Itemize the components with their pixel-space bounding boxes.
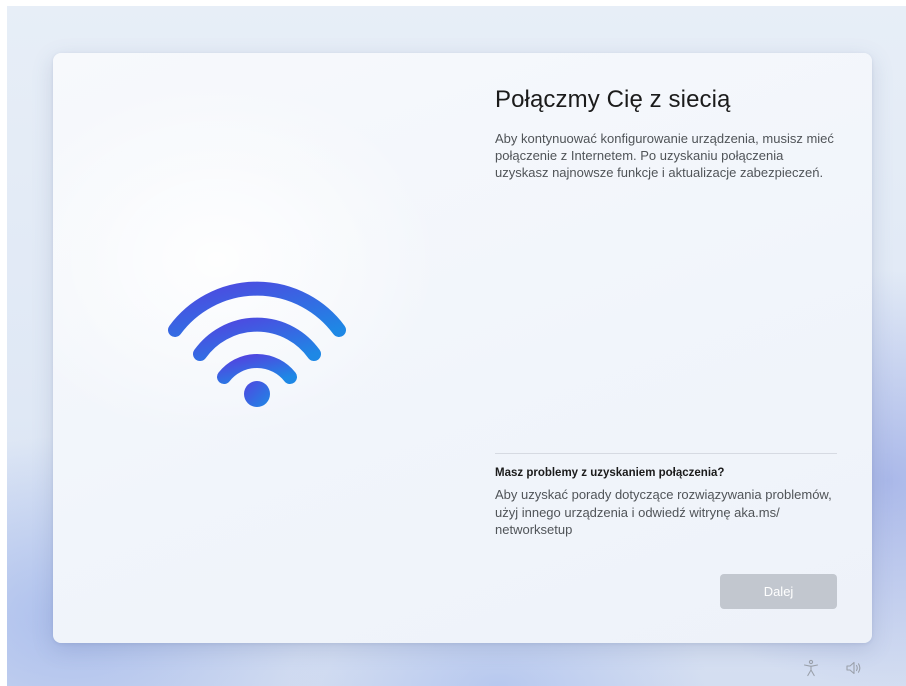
divider: [495, 453, 837, 454]
setup-card: Połączmy Cię z siecią Aby kontynuować ko…: [53, 53, 872, 643]
volume-icon[interactable]: [845, 659, 863, 677]
accessibility-icon[interactable]: [802, 659, 820, 677]
help-text: Aby uzyskać porady dotyczące rozwiązywan…: [495, 487, 832, 537]
page-description: Aby kontynuować konfigurowanie urządzeni…: [495, 131, 834, 180]
page-title: Połączmy Cię z siecią: [495, 86, 731, 113]
next-button[interactable]: Dalej: [720, 574, 837, 609]
help-heading: Masz problemy z uzyskaniem połączenia?: [495, 467, 725, 479]
wifi-icon: [168, 281, 346, 407]
